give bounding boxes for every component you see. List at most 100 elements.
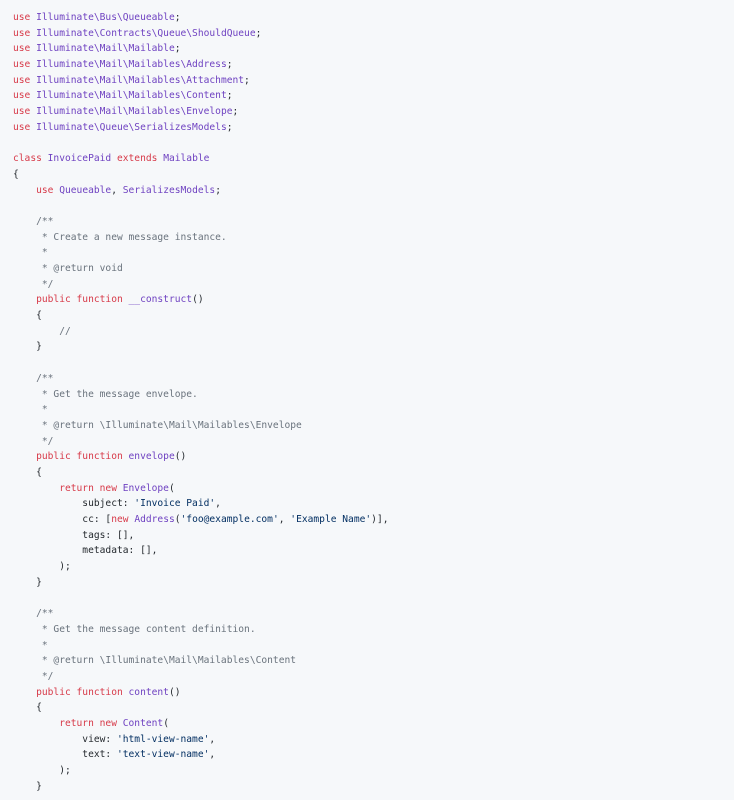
code-token: /** — [13, 608, 54, 620]
code-line: * @return void — [13, 261, 734, 277]
code-token: Illuminate\Queue\SerializesModels — [36, 121, 227, 133]
code-line: /** — [13, 214, 734, 230]
code-token: )], — [371, 514, 389, 525]
code-line: text: 'text-view-name', — [13, 747, 734, 763]
code-token: // — [13, 325, 71, 337]
code-token: use — [13, 90, 37, 102]
code-token: /** — [13, 215, 54, 227]
code-token: ; — [174, 43, 181, 55]
code-line: * — [13, 245, 734, 261]
code-token: ( — [168, 482, 175, 494]
code-line: */ — [13, 669, 734, 685]
code-line: } — [13, 575, 734, 591]
code-line: * — [13, 638, 734, 654]
code-token: Queueable — [59, 184, 112, 196]
code-token: Illuminate\Mail\Mailables\Address — [36, 59, 227, 71]
code-line: return new Content( — [13, 716, 734, 732]
code-token: , — [209, 733, 216, 745]
code-token: 'foo@example.com' — [180, 514, 279, 525]
code-token: { — [13, 466, 42, 478]
code-token: use — [13, 106, 37, 118]
code-token: () — [168, 686, 181, 698]
code-line: */ — [13, 277, 734, 293]
code-line: use Illuminate\Bus\Queueable; — [13, 10, 734, 26]
code-token: { — [13, 168, 19, 180]
code-token: 'html-view-name' — [116, 733, 210, 745]
code-token: new — [111, 514, 135, 525]
code-token: () — [174, 451, 187, 463]
code-token: ; — [174, 12, 181, 23]
code-line: * @return \Illuminate\Mail\Mailables\Con… — [13, 653, 734, 669]
code-line: tags: [], — [13, 528, 734, 544]
code-token: public function — [13, 686, 129, 698]
code-token: * — [13, 247, 48, 259]
code-token: { — [13, 310, 42, 322]
code-token: */ — [13, 670, 54, 682]
code-token: , — [278, 514, 291, 525]
code-token: Illuminate\Mail\Mailables\Attachment — [36, 74, 245, 86]
code-token: use — [13, 121, 37, 133]
code-token: Illuminate\Contracts\Queue\ShouldQueue — [36, 27, 256, 39]
code-token: cc: [ — [13, 514, 112, 525]
code-token: class — [13, 153, 48, 165]
code-token: ( — [163, 717, 169, 729]
code-token: 'Invoice Paid' — [134, 498, 216, 510]
code-token: , — [209, 749, 216, 761]
code-token: */ — [13, 278, 54, 290]
code-token: ; — [255, 27, 262, 39]
code-token: ; — [232, 106, 239, 118]
code-token: () — [192, 294, 204, 306]
code-token: view: — [13, 733, 117, 745]
code-token: envelope — [128, 451, 175, 463]
code-line: } — [13, 779, 734, 795]
code-block[interactable]: use Illuminate\Bus\Queueable; use Illumin… — [0, 0, 734, 800]
code-token: use — [13, 12, 37, 23]
code-line: * Get the message content definition. — [13, 622, 734, 638]
code-line: ); — [13, 559, 734, 575]
code-line: use Illuminate\Mail\Mailables\Envelope; — [13, 104, 734, 120]
code-token: ; — [226, 90, 233, 102]
code-lines: use Illuminate\Bus\Queueable; use Illumin… — [13, 10, 734, 794]
code-line: { — [13, 700, 734, 716]
code-token: __construct — [128, 294, 193, 306]
code-line: * — [13, 402, 734, 418]
code-token: ; — [215, 184, 221, 196]
code-token: use — [13, 74, 37, 86]
code-line: class InvoicePaid extends Mailable — [13, 151, 734, 167]
code-line: /** — [13, 371, 734, 387]
code-token: ; — [244, 74, 250, 86]
code-token: subject: — [13, 498, 135, 510]
code-line: use Illuminate\Mail\Mailables\Content; — [13, 88, 734, 104]
code-token: public function — [13, 294, 129, 306]
code-line: { — [13, 308, 734, 324]
code-token: return new — [13, 482, 123, 494]
code-token: use — [13, 184, 60, 196]
code-token: } — [13, 341, 42, 353]
code-line: { — [13, 465, 734, 481]
code-token: 'text-view-name' — [116, 749, 210, 761]
code-token: Illuminate\Mail\Mailables\Content — [36, 90, 227, 102]
code-token: */ — [13, 435, 54, 447]
code-line: return new Envelope( — [13, 481, 734, 497]
code-line: use Illuminate\Mail\Mailable; — [13, 41, 734, 57]
code-token: * — [13, 639, 48, 651]
code-line: use Illuminate\Mail\Mailables\Address; — [13, 57, 734, 73]
code-token: * Get the message envelope. — [13, 388, 198, 400]
code-line: ); — [13, 763, 734, 779]
code-token: return new — [13, 717, 123, 729]
code-line: use Illuminate\Contracts\Queue\ShouldQue… — [13, 26, 734, 42]
code-line: * @return \Illuminate\Mail\Mailables\Env… — [13, 418, 734, 434]
code-token: 'Example Name' — [290, 514, 372, 525]
code-token: * Create a new message instance. — [13, 231, 227, 243]
code-token: SerializesModels — [122, 184, 216, 196]
code-line: public function content() — [13, 685, 734, 701]
code-line: } — [13, 339, 734, 355]
code-token: Envelope — [122, 482, 169, 494]
code-token: ); — [13, 561, 71, 573]
code-token: } — [13, 780, 42, 792]
code-token: /** — [13, 372, 54, 384]
